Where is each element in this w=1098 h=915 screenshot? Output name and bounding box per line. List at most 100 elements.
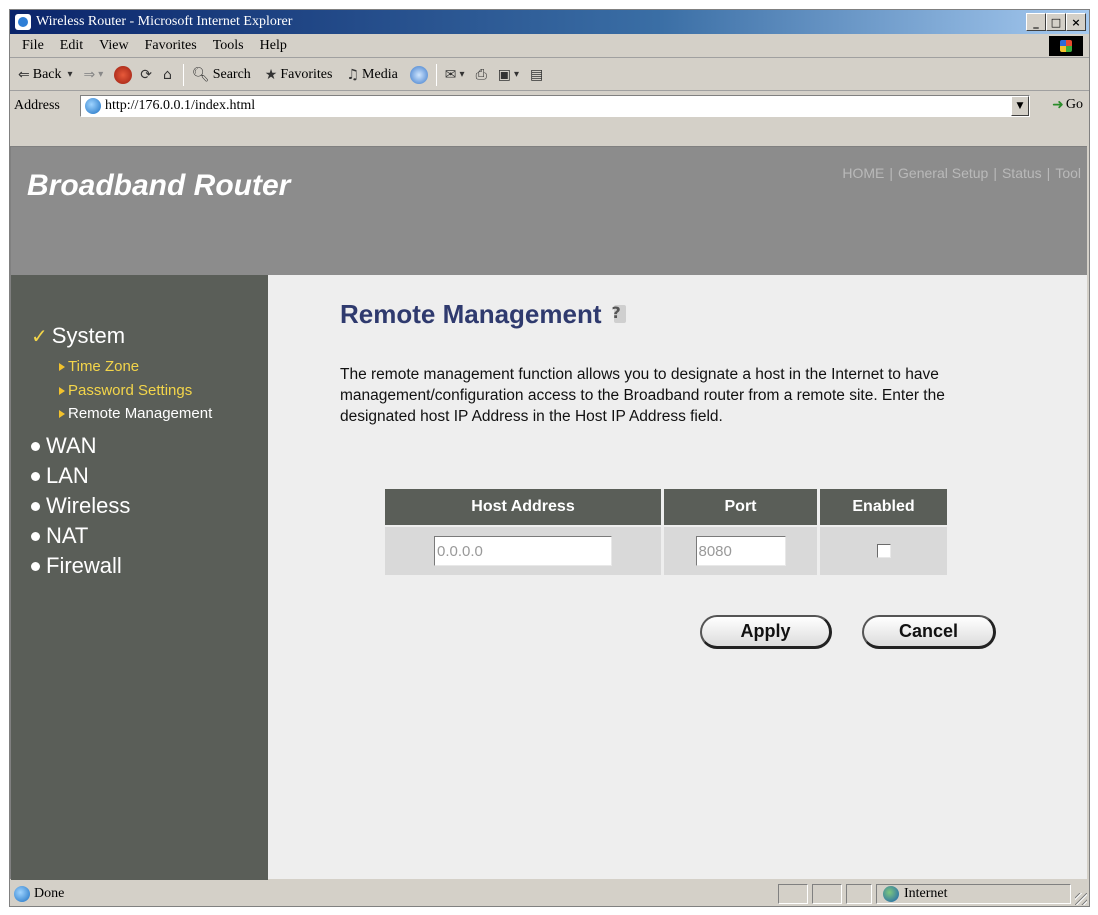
nav-home[interactable]: HOME (842, 165, 884, 181)
sidebar-item-label: Firewall (46, 553, 122, 578)
edit-dropdown-icon[interactable]: ▾ (514, 69, 519, 80)
menu-file[interactable]: File (22, 38, 44, 54)
mail-button[interactable]: ✉ ▾ (445, 67, 468, 83)
sidebar-item-system[interactable]: ✓ System (31, 323, 125, 349)
toolbar-separator (435, 63, 437, 86)
resize-grip-icon[interactable] (1075, 893, 1087, 905)
stop-icon[interactable] (114, 65, 133, 84)
sidebar-item-label: System (51, 323, 126, 348)
back-dropdown-icon[interactable]: ▾ (68, 69, 73, 80)
sidebar-item-remote-management[interactable]: Remote Management (59, 405, 212, 422)
page-title: Remote Management (340, 299, 634, 330)
window-controls: _ □ × (1026, 13, 1086, 31)
sidebar-item-label: Time Zone (68, 358, 140, 375)
sidebar-item-time-zone[interactable]: Time Zone (59, 358, 139, 375)
favorites-label: Favorites (280, 66, 333, 82)
description-text: The remote management function allows yo… (340, 366, 945, 425)
menu-bar: File Edit View Favorites Tools Help (10, 34, 1089, 58)
go-arrow-icon: ➜ (1052, 97, 1064, 113)
security-zone: Internet (876, 884, 1071, 904)
discuss-button[interactable]: ▤ (530, 67, 546, 83)
mail-dropdown-icon[interactable]: ▾ (460, 69, 465, 80)
sidebar-item-label: LAN (46, 463, 89, 488)
go-button[interactable]: ➜ Go (1052, 97, 1083, 113)
edit-icon: ▣ (497, 66, 511, 83)
menu-view[interactable]: View (99, 38, 128, 54)
sidebar-item-wan[interactable]: WAN (31, 433, 97, 459)
forward-button[interactable]: ⇒ ▾ (84, 67, 107, 83)
discuss-icon: ▤ (530, 66, 544, 83)
top-navigation: HOME | General Setup | Status | Tool (842, 165, 1081, 181)
nav-status[interactable]: Status (1002, 165, 1042, 181)
nav-general-setup[interactable]: General Setup (898, 165, 988, 181)
bullet-icon (31, 471, 40, 481)
sidebar-item-firewall[interactable]: Firewall (31, 553, 122, 579)
bullet-icon (31, 441, 40, 451)
status-panel (778, 884, 808, 904)
address-label: Address (14, 98, 60, 113)
back-button[interactable]: ⇐ Back ▾ (18, 67, 76, 83)
menu-help[interactable]: Help (260, 38, 287, 54)
maximize-button[interactable]: □ (1046, 13, 1066, 31)
port-input[interactable] (695, 536, 786, 566)
print-button[interactable]: ⎙ (476, 67, 490, 83)
nav-tool[interactable]: Tool (1055, 165, 1081, 181)
refresh-glyph: ⟳ (140, 66, 153, 83)
apply-button[interactable]: Apply (700, 615, 832, 649)
home-icon[interactable]: ⌂ (163, 67, 175, 83)
favorites-icon: ★ (264, 66, 278, 83)
check-icon: ✓ (31, 324, 48, 348)
sidebar-item-lan[interactable]: LAN (31, 463, 89, 489)
cancel-button[interactable]: Cancel (862, 615, 996, 649)
sidebar-item-wireless[interactable]: Wireless (31, 493, 130, 519)
bullet-icon (31, 561, 40, 571)
favorites-button[interactable]: ★ Favorites (265, 67, 333, 83)
menu-favorites[interactable]: Favorites (145, 38, 197, 54)
history-icon[interactable] (409, 65, 428, 84)
sidebar-item-label: Remote Management (68, 405, 213, 422)
page-done-icon (14, 886, 30, 902)
sidebar-item-label: WAN (46, 433, 97, 458)
address-url: http://176.0.0.1/index.html (105, 98, 256, 113)
status-bar: Done Internet (10, 881, 1089, 907)
print-icon: ⎙ (475, 66, 487, 83)
internet-zone-icon (883, 886, 899, 902)
status-panel (812, 884, 842, 904)
search-button[interactable]: 🔍︎ Search (192, 67, 251, 83)
toolbar-separator (182, 63, 184, 86)
media-button[interactable]: ♫ Media (346, 67, 397, 83)
windows-logo-icon (1049, 36, 1083, 56)
sidebar-item-label: Password Settings (68, 382, 193, 399)
ie-app-icon (15, 14, 31, 30)
address-dropdown-icon[interactable]: ▼ (1011, 96, 1029, 116)
zone-label: Internet (904, 886, 948, 901)
sidebar-item-nat[interactable]: NAT (31, 523, 88, 549)
enabled-cell (820, 527, 947, 575)
title-bar: Wireless Router - Microsoft Internet Exp… (10, 10, 1089, 34)
host-address-input[interactable] (434, 536, 612, 566)
menu-edit[interactable]: Edit (60, 38, 83, 54)
arrow-icon (59, 386, 65, 395)
browser-window: Wireless Router - Microsoft Internet Exp… (9, 9, 1090, 907)
page-content: Broadband Router HOME | General Setup | Stat… (10, 146, 1087, 880)
header-port: Port (664, 489, 817, 525)
sidebar-item-password-settings[interactable]: Password Settings (59, 382, 192, 399)
nav-separator: | (993, 165, 997, 181)
arrow-icon (59, 409, 65, 418)
host-address-cell (385, 527, 661, 575)
refresh-icon[interactable]: ⟳ (140, 67, 155, 83)
status-panel (846, 884, 872, 904)
nav-separator: | (889, 165, 894, 181)
menu-tools[interactable]: Tools (213, 38, 244, 54)
page-icon (85, 98, 101, 114)
forward-dropdown-icon[interactable]: ▾ (98, 69, 103, 80)
media-icon: ♫ (346, 66, 360, 83)
help-icon[interactable] (610, 303, 634, 325)
enabled-checkbox[interactable] (876, 544, 891, 558)
address-input[interactable]: http://176.0.0.1/index.html ▼ (80, 95, 1030, 117)
edit-button[interactable]: ▣ ▾ (498, 67, 522, 83)
minimize-button[interactable]: _ (1026, 13, 1046, 31)
media-label: Media (362, 66, 398, 82)
close-button[interactable]: × (1066, 13, 1086, 31)
go-label: Go (1065, 97, 1083, 112)
